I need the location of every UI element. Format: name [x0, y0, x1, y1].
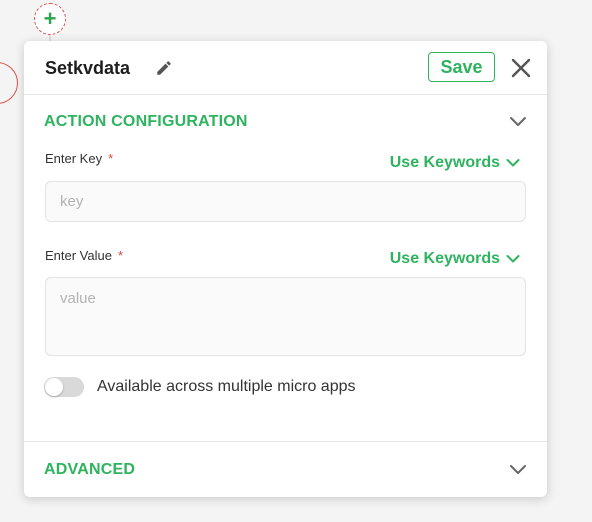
key-input[interactable]	[45, 181, 526, 222]
chevron-down-icon	[506, 159, 520, 167]
enter-key-label-text: Enter Key	[45, 151, 103, 166]
value-use-keywords-dropdown[interactable]: Use Keywords	[390, 250, 520, 268]
panel-header: Setkvdata Save	[24, 41, 547, 95]
close-icon[interactable]	[510, 57, 532, 79]
use-keywords-label: Use Keywords	[389, 154, 500, 171]
required-marker: *	[117, 248, 124, 263]
multi-app-toggle-label: Available across multiple micro apps	[97, 378, 356, 395]
enter-value-label-text: Enter Value	[45, 248, 112, 263]
pencil-icon[interactable]	[155, 59, 173, 77]
use-keywords-label: Use Keywords	[389, 250, 500, 267]
panel-title: Setkvdata	[45, 58, 131, 78]
action-config-panel: Setkvdata Save ACTION CONFIGURATION Ente…	[24, 41, 547, 497]
multi-app-toggle[interactable]	[44, 377, 84, 397]
required-marker: *	[108, 151, 114, 166]
toggle-knob	[45, 378, 63, 396]
advanced-heading[interactable]: ADVANCED	[44, 461, 135, 479]
value-textarea[interactable]	[45, 277, 526, 356]
section-divider	[24, 441, 547, 442]
workflow-node-partial[interactable]	[0, 62, 18, 104]
action-configuration-heading[interactable]: ACTION CONFIGURATION	[44, 113, 248, 131]
key-use-keywords-dropdown[interactable]: Use Keywords	[390, 154, 520, 172]
plus-icon: +	[43, 6, 57, 31]
enter-value-label: Enter Value *	[45, 248, 123, 263]
add-node-button[interactable]: +	[34, 3, 66, 35]
save-button[interactable]: Save	[428, 52, 495, 82]
chevron-down-icon	[506, 255, 520, 263]
enter-key-label: Enter Key *	[45, 151, 113, 166]
chevron-down-icon[interactable]	[509, 116, 527, 128]
chevron-down-icon[interactable]	[509, 464, 527, 476]
